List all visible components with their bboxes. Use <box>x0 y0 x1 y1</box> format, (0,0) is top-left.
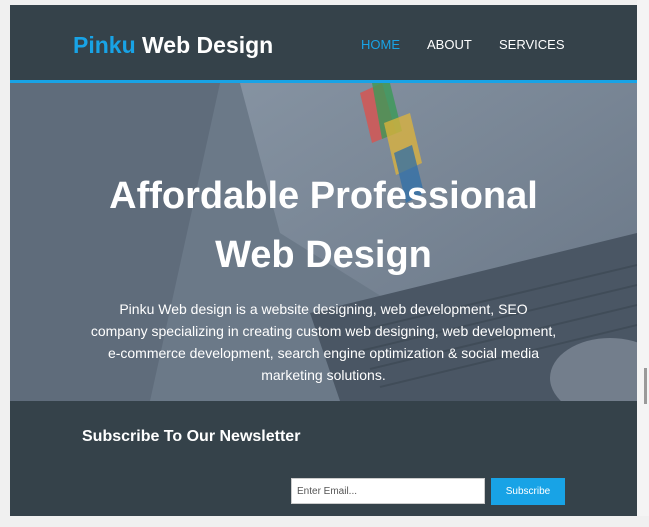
hero-banner: Affordable Professional Web Design Pinku… <box>10 83 637 401</box>
hero-description-line: company specializing in creating custom … <box>90 323 557 339</box>
hero-description-line: e-commerce development, search engine op… <box>107 345 540 361</box>
hero-title-line2: Web Design <box>215 234 432 276</box>
site-header: Pinku Web Design HOME ABOUT SERVICES <box>10 5 637 83</box>
scrollbar-thumb[interactable] <box>644 368 647 404</box>
vertical-scrollbar[interactable] <box>637 0 649 527</box>
nav-about[interactable]: ABOUT <box>427 37 472 52</box>
hero-description-line: marketing solutions. <box>261 367 386 383</box>
page: Pinku Web Design HOME ABOUT SERVICES Aff… <box>10 5 637 516</box>
email-input[interactable] <box>291 478 485 504</box>
newsletter-heading: Subscribe To Our Newsletter <box>82 428 301 445</box>
hero-description-line: Pinku Web design is a website designing,… <box>119 301 528 317</box>
hero-description: Pinku Web design is a website designing,… <box>68 298 579 386</box>
window-frame-bottom <box>0 516 649 527</box>
window-frame-left <box>0 0 10 527</box>
nav-home[interactable]: HOME <box>361 37 400 52</box>
main-nav: HOME ABOUT SERVICES <box>10 37 637 55</box>
subscribe-button[interactable]: Subscribe <box>491 478 565 505</box>
nav-services[interactable]: SERVICES <box>499 37 565 52</box>
newsletter-section: Subscribe To Our Newsletter Subscribe <box>10 401 637 516</box>
hero-title: Affordable Professional Web Design <box>10 167 637 285</box>
hero-title-line1: Affordable Professional <box>109 175 538 217</box>
